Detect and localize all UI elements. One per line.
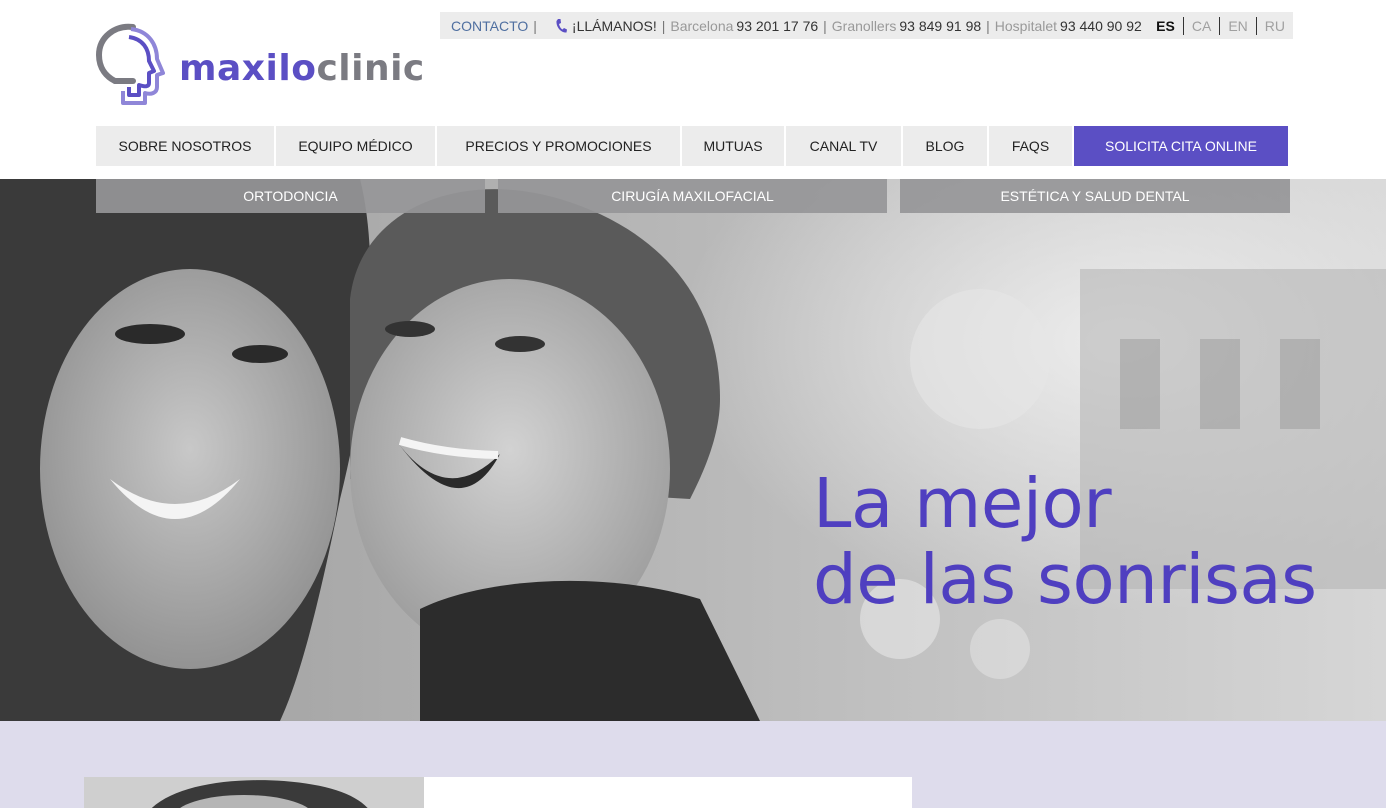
nav-sobre-nosotros[interactable]: SOBRE NOSOTROS [96, 126, 276, 166]
nav-blog[interactable]: BLOG [903, 126, 989, 166]
top-bar: CONTACTO | ¡LLÁMANOS! | Barcelona 93 201 … [440, 12, 1293, 39]
page: maxiloclinic CONTACTO | ¡LLÁMANOS! | Bar… [0, 0, 1386, 808]
lang-ru[interactable]: RU [1255, 16, 1293, 35]
phone-number-granollers[interactable]: 93 849 91 98 [899, 18, 981, 34]
phone-icon [554, 18, 568, 34]
separator: | [986, 17, 990, 34]
logo-text: maxiloclinic [179, 48, 425, 89]
subnav-cirugia-maxilofacial[interactable]: CIRUGÍA MAXILOFACIAL [498, 179, 887, 213]
hero-headline: La mejor de las sonrisas [813, 466, 1317, 618]
book-appointment-button[interactable]: SOLICITA CITA ONLINE [1074, 126, 1288, 166]
hero-headline-line1: La mejor [813, 464, 1112, 544]
phone-city-granollers: Granollers [831, 17, 897, 34]
call-label: ¡LLÁMANOS! [571, 17, 657, 34]
lang-ca[interactable]: CA [1182, 16, 1219, 35]
separator: | [823, 17, 827, 34]
head-profile-icon [95, 23, 165, 105]
phone-city-barcelona: Barcelona [670, 17, 734, 34]
phone-number-hospitalet[interactable]: 93 440 90 92 [1060, 18, 1142, 34]
logo-text-part1: maxilo [179, 47, 317, 89]
card-photo [84, 777, 424, 808]
separator: | [661, 17, 666, 34]
phone-city-hospitalet: Hospitalet [994, 17, 1058, 34]
nav-mutuas[interactable]: MUTUAS [682, 126, 786, 166]
subnav-ortodoncia[interactable]: ORTODONCIA [96, 179, 485, 213]
nav-faqs[interactable]: FAQS [989, 126, 1074, 166]
nav-precios-promociones[interactable]: PRECIOS Y PROMOCIONES [437, 126, 682, 166]
hero-photo [0, 179, 1386, 721]
hero-banner [0, 179, 1386, 721]
logo-text-part2: clinic [316, 47, 425, 89]
logo[interactable]: maxiloclinic [93, 20, 424, 108]
lang-es[interactable]: ES [1148, 17, 1183, 35]
subnav-estetica-salud-dental[interactable]: ESTÉTICA Y SALUD DENTAL [900, 179, 1290, 213]
separator: | [533, 17, 537, 34]
lang-en[interactable]: EN [1219, 16, 1255, 35]
phone-number-barcelona[interactable]: 93 201 17 76 [736, 18, 818, 34]
language-switcher: ES CA EN RU [1148, 12, 1293, 39]
sub-nav: ORTODONCIA CIRUGÍA MAXILOFACIAL ESTÉTICA… [0, 179, 1386, 213]
main-nav: SOBRE NOSOTROS EQUIPO MÉDICO PRECIOS Y P… [96, 126, 1288, 166]
nav-canal-tv[interactable]: CANAL TV [786, 126, 903, 166]
contact-link[interactable]: CONTACTO [451, 18, 528, 34]
hero-headline-line2: de las sonrisas [813, 540, 1317, 620]
nav-equipo-medico[interactable]: EQUIPO MÉDICO [276, 126, 437, 166]
